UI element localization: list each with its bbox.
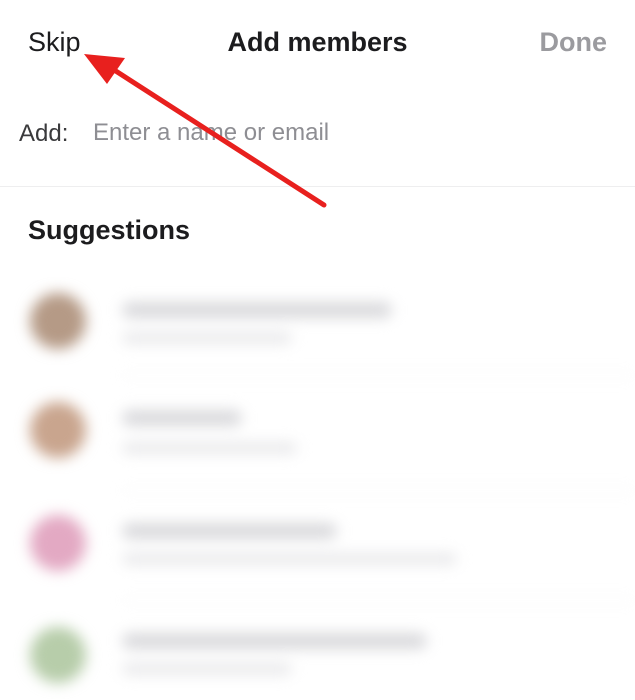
suggestion-detail <box>122 332 292 344</box>
suggestion-detail <box>122 663 292 675</box>
add-label: Add: <box>19 120 69 147</box>
avatar <box>30 402 86 458</box>
row-divider <box>122 600 635 601</box>
navigation-bar: Skip Add members Done <box>0 0 635 92</box>
row-divider <box>122 490 635 491</box>
add-member-row: Add: <box>0 92 635 187</box>
row-divider <box>122 375 635 376</box>
suggestions-header: Suggestions <box>28 215 191 245</box>
suggestion-item[interactable] <box>0 605 635 700</box>
done-button[interactable]: Done <box>540 27 608 58</box>
suggestion-item[interactable] <box>0 380 635 480</box>
suggestion-name <box>122 523 337 539</box>
suggestions-list <box>0 270 635 700</box>
suggestion-name <box>122 302 392 318</box>
suggestion-name <box>122 633 427 649</box>
suggestion-item[interactable] <box>0 270 635 370</box>
skip-button[interactable]: Skip <box>28 27 81 58</box>
suggestion-name <box>122 410 242 426</box>
avatar <box>30 515 86 571</box>
suggestion-detail <box>122 553 457 565</box>
suggestion-item[interactable] <box>0 495 635 595</box>
add-members-screen: Skip Add members Done Add: Suggestions <box>0 0 635 700</box>
avatar <box>30 627 86 683</box>
avatar <box>30 293 86 349</box>
suggestion-detail <box>122 442 297 454</box>
name-or-email-input[interactable] <box>93 114 613 152</box>
